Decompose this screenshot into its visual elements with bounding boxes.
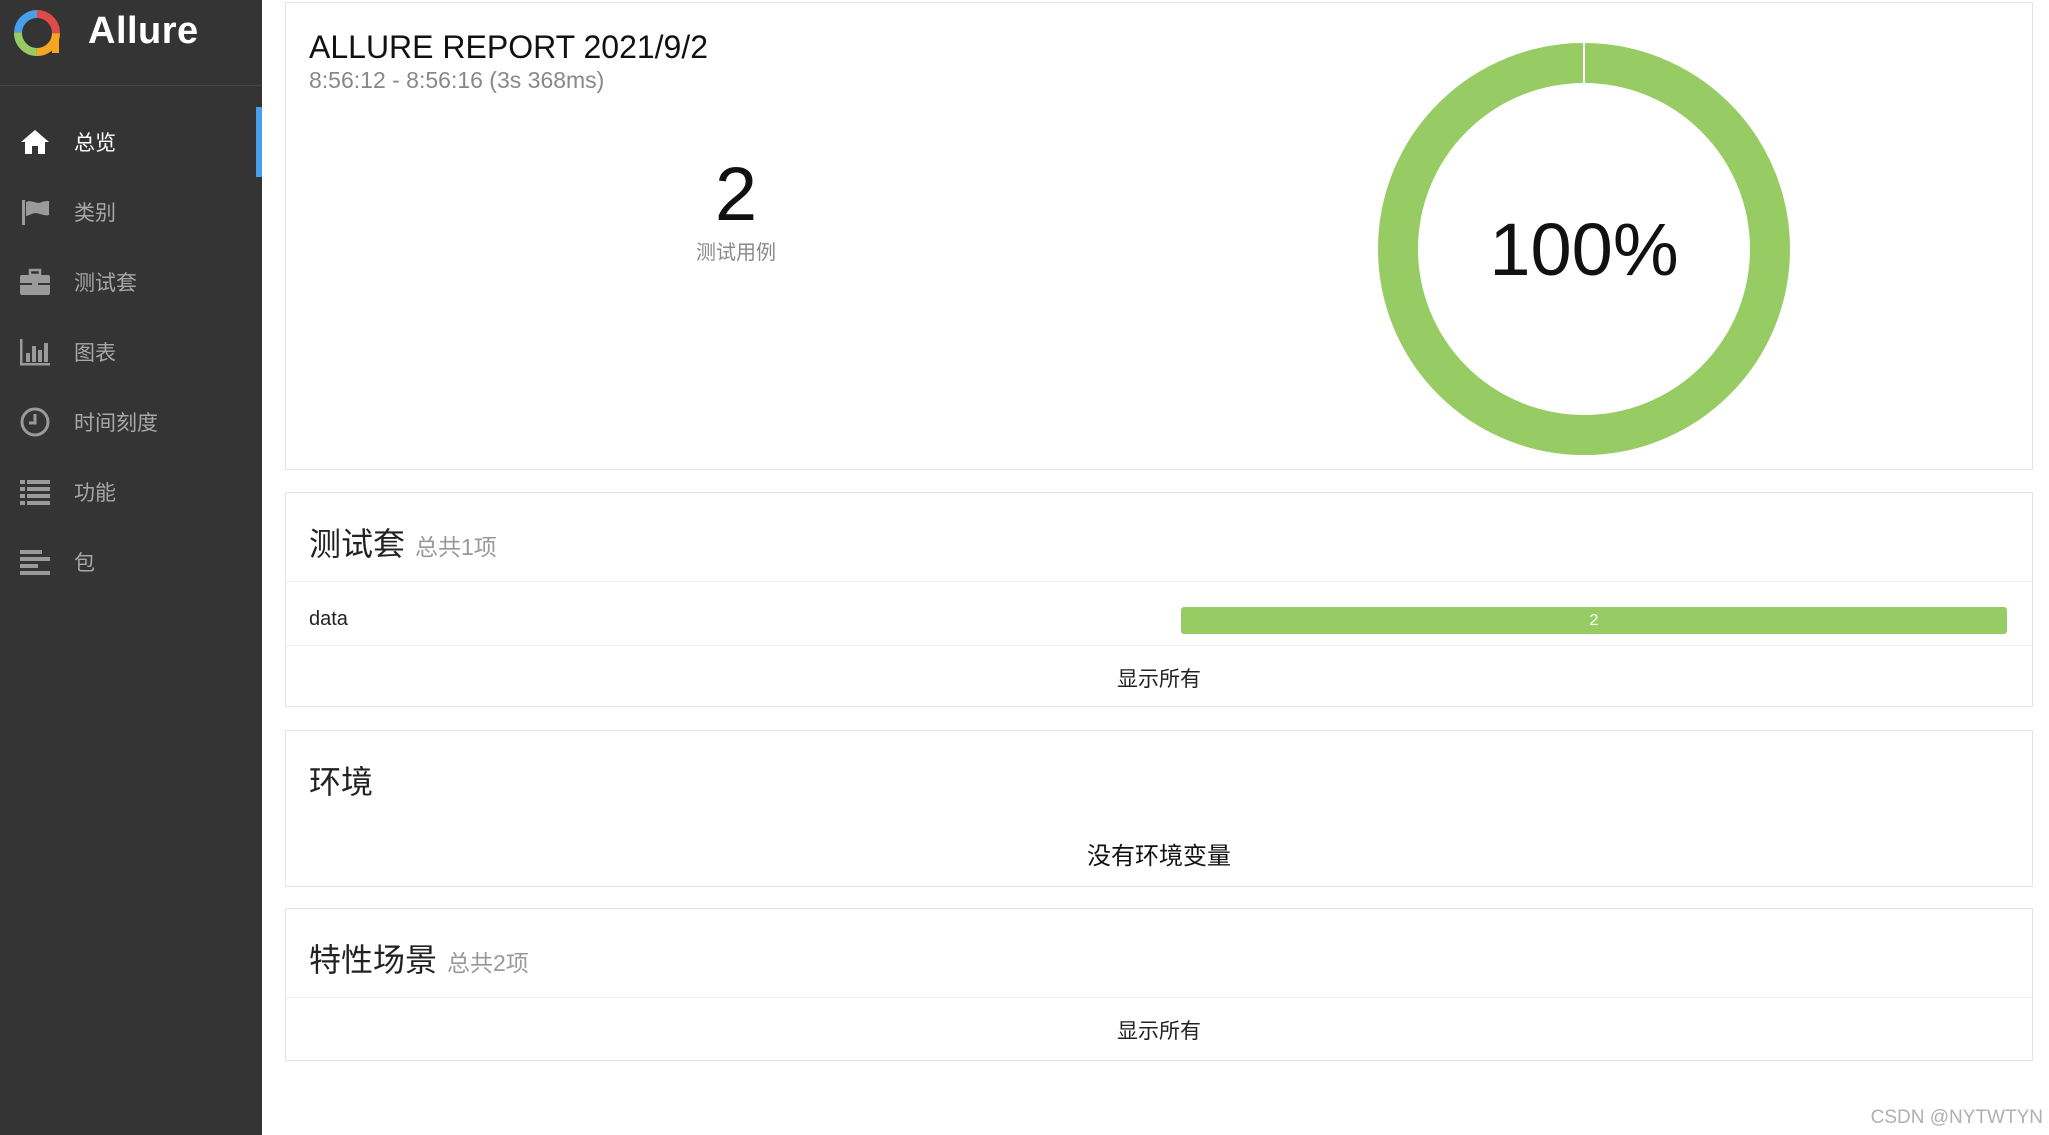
environment-empty-message: 没有环境变量 xyxy=(1087,843,1231,870)
sidebar-item-label: 图表 xyxy=(74,342,116,365)
home-icon xyxy=(18,125,52,159)
sidebar-item-label: 时间刻度 xyxy=(74,412,158,435)
app-name: Allure xyxy=(88,10,199,52)
suites-title: 测试套 xyxy=(309,526,406,562)
environment-title: 环境 xyxy=(309,764,374,800)
sidebar-item-label: 功能 xyxy=(74,482,116,505)
brand[interactable]: Allure xyxy=(0,0,262,86)
sidebar-item-behaviors[interactable]: 功能 xyxy=(0,457,262,527)
divider xyxy=(286,997,2032,998)
flag-icon xyxy=(18,195,52,229)
sidebar-item-label: 包 xyxy=(74,552,95,575)
sidebar-item-timeline[interactable]: 时间刻度 xyxy=(0,387,262,457)
divider xyxy=(286,581,2032,582)
features-widget: 特性场景 总共2项 显示所有 xyxy=(285,908,2033,1061)
sidebar-nav: 总览 类别 测试套 图表 时间刻度 功能 包 xyxy=(0,107,262,597)
suite-passed-count: 2 xyxy=(1589,611,1599,629)
features-subtitle: 总共2项 xyxy=(447,950,529,976)
sidebar-item-label: 测试套 xyxy=(74,272,137,295)
suite-name: data xyxy=(309,608,348,630)
features-title: 特性场景 xyxy=(309,942,438,978)
allure-logo-icon xyxy=(14,10,60,56)
suites-show-all-link[interactable]: 显示所有 xyxy=(286,663,2032,693)
sidebar-item-label: 总览 xyxy=(74,132,116,155)
divider xyxy=(286,645,2032,646)
list-icon xyxy=(18,475,52,509)
environment-widget: 环境 没有环境变量 xyxy=(285,730,2033,887)
suites-widget: 测试套 总共1项 data 2 显示所有 xyxy=(285,492,2033,707)
sidebar-item-packages[interactable]: 包 xyxy=(0,527,262,597)
bar-chart-icon xyxy=(18,335,52,369)
suites-subtitle: 总共1项 xyxy=(415,534,497,560)
features-title-line: 特性场景 总共2项 xyxy=(309,935,529,981)
features-show-all-link[interactable]: 显示所有 xyxy=(286,1015,2032,1045)
sidebar-item-overview[interactable]: 总览 xyxy=(0,107,262,177)
align-left-icon xyxy=(18,545,52,579)
briefcase-icon xyxy=(18,265,52,299)
suites-title-line: 测试套 总共1项 xyxy=(309,519,497,565)
test-case-count: 2 xyxy=(714,152,758,237)
pass-rate-percent: 100% xyxy=(1489,207,1679,291)
sidebar: Allure 总览 类别 测试套 图表 时间刻度 功能 包 xyxy=(0,0,262,1135)
test-case-label: 测试用例 xyxy=(696,242,776,264)
clock-icon xyxy=(18,405,52,439)
summary-widget: ALLURE REPORT 2021/9/2 8:56:12 - 8:56:16… xyxy=(285,2,2033,470)
suite-status-bar[interactable]: 2 xyxy=(1181,607,2007,634)
report-time-range: 8:56:12 - 8:56:16 (3s 368ms) xyxy=(309,67,605,93)
sidebar-item-graphs[interactable]: 图表 xyxy=(0,317,262,387)
sidebar-item-categories[interactable]: 类别 xyxy=(0,177,262,247)
report-title: ALLURE REPORT 2021/9/2 xyxy=(309,29,709,65)
watermark: CSDN @NYTWTYN xyxy=(1870,1107,2043,1128)
sidebar-item-label: 类别 xyxy=(74,202,116,225)
sidebar-item-suites[interactable]: 测试套 xyxy=(0,247,262,317)
